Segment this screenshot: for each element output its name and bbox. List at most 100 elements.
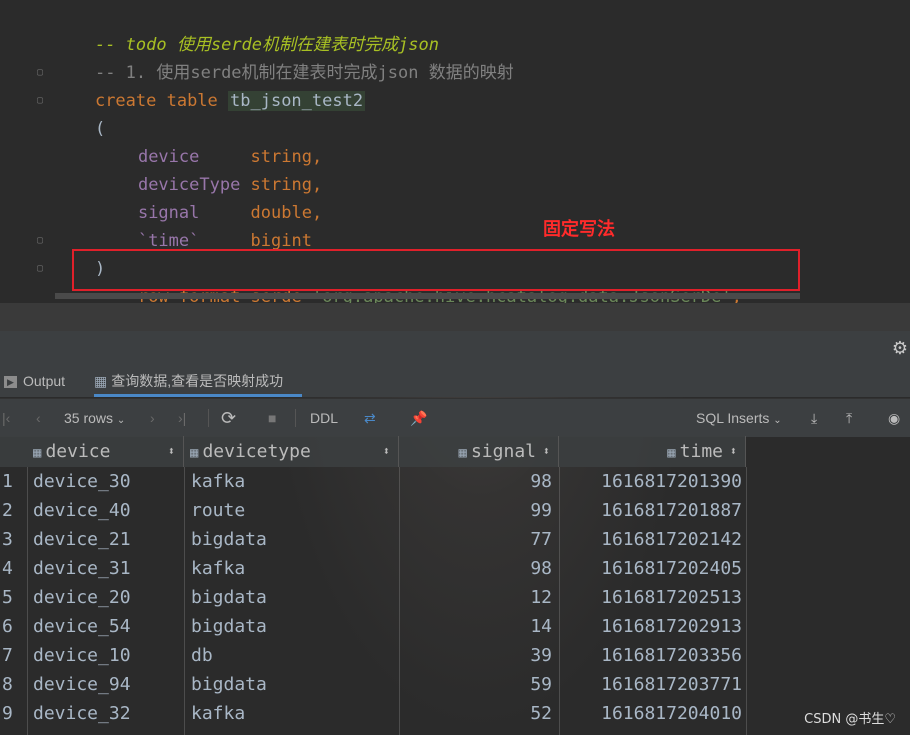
cell-devicetype[interactable]: kafka	[191, 699, 245, 728]
cell-signal[interactable]: 12	[530, 583, 552, 612]
sort-icon[interactable]: ⬍	[730, 436, 737, 467]
services-panel-header	[0, 331, 910, 366]
code-line-3: create table tb_json_test2	[94, 91, 366, 111]
tab-query-result[interactable]: ▦查询数据,查看是否映射成功 ✕	[94, 365, 302, 421]
cell-signal[interactable]: 99	[530, 496, 552, 525]
table-row[interactable]: 5 device_20 bigdata 12 1616817202513	[0, 583, 746, 612]
fold-icon[interactable]: ▢	[37, 67, 49, 79]
refresh-icon[interactable]: ⟳	[221, 399, 236, 437]
cell-signal[interactable]: 59	[530, 670, 552, 699]
stop-icon[interactable]: ■	[268, 399, 276, 437]
tab-output[interactable]: ▶ Output	[4, 365, 65, 397]
cell-device[interactable]: device_54	[33, 612, 131, 641]
annotation-label: 固定写法	[543, 219, 615, 240]
sql-editor[interactable]: -- todo 使用serde机制在建表时完成json -- 1. 使用serd…	[0, 0, 910, 307]
sort-icon[interactable]: ⬍	[168, 436, 175, 467]
cell-devicetype[interactable]: route	[191, 496, 245, 525]
column-header-devicetype[interactable]: ▦ devicetype ⬍	[184, 436, 399, 467]
row-number: 6	[2, 616, 13, 637]
cell-time[interactable]: 1616817202142	[601, 525, 742, 554]
cell-device[interactable]: device_40	[33, 496, 131, 525]
row-number: 5	[2, 587, 13, 608]
table-row[interactable]: 9 device_32 kafka 52 1616817204010	[0, 699, 746, 728]
gear-icon[interactable]: ⚙	[892, 338, 908, 359]
cell-device[interactable]: device_94	[33, 670, 131, 699]
cell-devicetype[interactable]: bigdata	[191, 670, 267, 699]
cell-device[interactable]: device_30	[33, 467, 131, 496]
table-row[interactable]: 8 device_94 bigdata 59 1616817203771	[0, 670, 746, 699]
result-grid[interactable]: ▦ device ⬍ ▦ devicetype ⬍ ▦ signal ⬍ ▦ time ⬍ 1 …	[0, 436, 910, 735]
ddl-button[interactable]: DDL	[310, 399, 338, 437]
table-row[interactable]: 1 device_30 kafka 98 1616817201390	[0, 467, 746, 496]
cell-time[interactable]: 1616817203356	[601, 641, 742, 670]
column-icon: ▦	[667, 445, 676, 461]
row-number: 9	[2, 703, 13, 724]
cell-device[interactable]: device_32	[33, 699, 131, 728]
cell-signal[interactable]: 77	[530, 525, 552, 554]
next-page-icon[interactable]: ›	[150, 399, 155, 437]
toolbar-separator	[208, 409, 209, 427]
fold-icon[interactable]: ▢	[37, 235, 49, 247]
cell-devicetype[interactable]: db	[191, 641, 213, 670]
grid-header: ▦ device ⬍ ▦ devicetype ⬍ ▦ signal ⬍ ▦ time ⬍	[0, 436, 746, 467]
cell-signal[interactable]: 39	[530, 641, 552, 670]
cell-signal[interactable]: 98	[530, 467, 552, 496]
cell-signal[interactable]: 14	[530, 612, 552, 641]
cell-device[interactable]: device_20	[33, 583, 131, 612]
watermark: CSDN @书生♡	[804, 712, 896, 727]
cell-time[interactable]: 1616817202513	[601, 583, 742, 612]
cell-time[interactable]: 1616817203771	[601, 670, 742, 699]
result-tabs: ▶Output ▦查询数据,查看是否映射成功 ✕	[0, 365, 910, 421]
table-row[interactable]: 2 device_40 route 99 1616817201887	[0, 496, 746, 525]
cell-devicetype[interactable]: kafka	[191, 554, 245, 583]
horizontal-scrollbar[interactable]	[55, 293, 800, 299]
code-line-1: -- todo 使用serde机制在建表时完成json	[94, 35, 439, 55]
download-icon[interactable]: ⤓	[811, 399, 817, 437]
row-number: 3	[2, 529, 13, 550]
sort-icon[interactable]: ⬍	[383, 436, 390, 467]
cell-devicetype[interactable]: bigdata	[191, 583, 267, 612]
compare-icon[interactable]: ⇄	[364, 399, 376, 437]
last-page-icon[interactable]: ›|	[178, 399, 186, 437]
table-row[interactable]: 4 device_31 kafka 98 1616817202405	[0, 554, 746, 583]
cell-devicetype[interactable]: bigdata	[191, 525, 267, 554]
cell-devicetype[interactable]: bigdata	[191, 612, 267, 641]
export-format-dropdown[interactable]: SQL Inserts ⌄	[696, 399, 782, 437]
table-row[interactable]: 6 device_54 bigdata 14 1616817202913	[0, 612, 746, 641]
cell-time[interactable]: 1616817202405	[601, 554, 742, 583]
cell-time[interactable]: 1616817204010	[601, 699, 742, 728]
cell-device[interactable]: device_10	[33, 641, 131, 670]
row-count-dropdown[interactable]: 35 rows ⌄	[64, 399, 125, 437]
row-number: 4	[2, 558, 13, 579]
code-line-2: -- 1. 使用serde机制在建表时完成json 数据的映射	[94, 63, 514, 83]
sort-icon[interactable]: ⬍	[543, 436, 550, 467]
cell-time[interactable]: 1616817202913	[601, 612, 742, 641]
cell-device[interactable]: device_21	[33, 525, 131, 554]
cell-signal[interactable]: 98	[530, 554, 552, 583]
cell-time[interactable]: 1616817201887	[601, 496, 742, 525]
cell-device[interactable]: device_31	[33, 554, 131, 583]
table-row[interactable]: 7 device_10 db 39 1616817203356	[0, 641, 746, 670]
code-line-4: (	[94, 119, 106, 139]
first-page-icon[interactable]: |‹	[2, 399, 10, 437]
column-header-device[interactable]: ▦ device ⬍	[27, 436, 184, 467]
code-field-signal: signal double,	[137, 203, 323, 223]
code-field-time: `time` bigint	[137, 231, 312, 251]
upload-icon[interactable]: ⤒	[846, 399, 852, 437]
view-icon[interactable]: ◉	[888, 399, 900, 437]
prev-page-icon[interactable]: ‹	[36, 399, 41, 437]
fold-icon[interactable]: ▢	[37, 95, 49, 107]
fold-icon[interactable]: ▢	[37, 263, 49, 275]
highlight-box	[72, 249, 800, 291]
code-field-device: device string,	[137, 147, 323, 167]
panel-splitter[interactable]	[0, 303, 910, 331]
pin-icon[interactable]: 📌	[410, 399, 427, 437]
cell-time[interactable]: 1616817201390	[601, 467, 742, 496]
table-row[interactable]: 3 device_21 bigdata 77 1616817202142	[0, 525, 746, 554]
row-number: 8	[2, 674, 13, 695]
cell-signal[interactable]: 52	[530, 699, 552, 728]
column-header-time[interactable]: ▦ time ⬍	[559, 436, 746, 467]
table-icon: ▦	[94, 373, 108, 389]
cell-devicetype[interactable]: kafka	[191, 467, 245, 496]
column-header-signal[interactable]: ▦ signal ⬍	[399, 436, 559, 467]
